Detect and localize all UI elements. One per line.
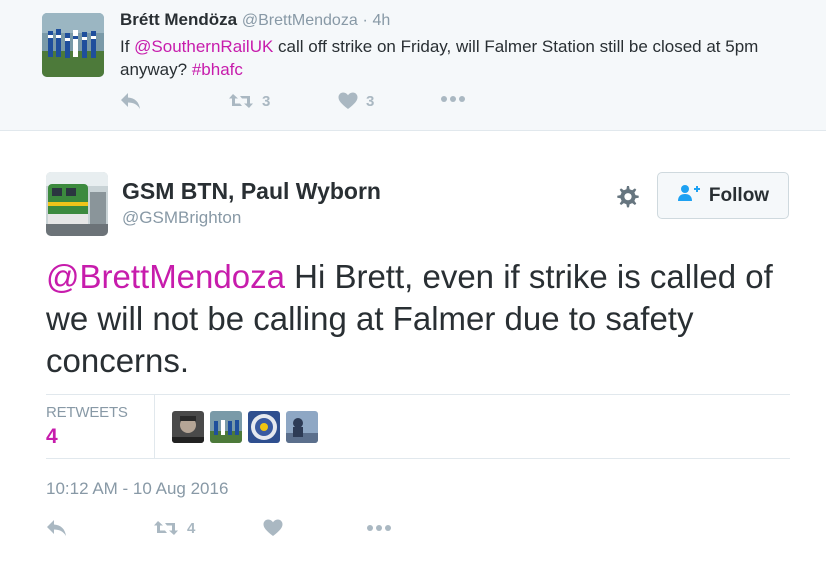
mention-link[interactable]: @BrettMendoza	[46, 258, 285, 295]
retweets-count[interactable]: 4	[46, 425, 58, 449]
main-author-name[interactable]: GSM BTN, Paul Wyborn	[122, 178, 381, 205]
retweets-label[interactable]: RETWEETS	[46, 404, 128, 421]
mention-link[interactable]: @SouthernRailUK	[134, 37, 273, 56]
reply-button[interactable]	[120, 92, 142, 110]
retweet-icon	[228, 92, 254, 110]
parent-tweet-header: Brétt Mendöza @BrettMendoza · 4h	[120, 10, 390, 30]
follow-user-icon	[677, 184, 709, 208]
tweet-stats: RETWEETS 4	[46, 394, 790, 459]
retweet-count: 4	[187, 519, 196, 537]
retweeter-avatar[interactable]	[172, 411, 204, 443]
heart-icon	[338, 92, 358, 110]
divider	[154, 395, 155, 458]
parent-tweet[interactable]: Brétt Mendöza @BrettMendoza · 4h If @Sou…	[0, 0, 826, 131]
retweeter-avatar[interactable]	[286, 411, 318, 443]
gear-icon[interactable]	[613, 183, 641, 211]
reply-icon	[120, 92, 142, 110]
main-author-handle[interactable]: @GSMBrighton	[122, 208, 241, 228]
retweet-button[interactable]: 4	[153, 519, 195, 537]
follow-button[interactable]: Follow	[657, 172, 789, 219]
parent-author-handle[interactable]: @BrettMendoza	[242, 12, 358, 29]
follow-button-label: Follow	[708, 184, 770, 206]
parent-tweet-time[interactable]: 4h	[373, 12, 391, 29]
parent-author-name[interactable]: Brétt Mendöza	[120, 10, 237, 29]
parent-avatar[interactable]	[42, 13, 104, 77]
retweet-icon	[153, 519, 179, 537]
tweet-timestamp[interactable]: 10:12 AM - 10 Aug 2016	[46, 479, 228, 499]
more-button[interactable]	[366, 524, 392, 532]
reply-button[interactable]	[46, 519, 68, 537]
text-segment: If	[120, 37, 135, 56]
retweeter-avatar[interactable]	[248, 411, 280, 443]
retweeter-avatars	[172, 411, 318, 443]
hashtag-link[interactable]: #bhafc	[192, 60, 243, 79]
more-button[interactable]	[440, 95, 466, 103]
main-tweet-text: @BrettMendoza Hi Brett, even if strike i…	[46, 256, 786, 382]
heart-icon	[263, 519, 283, 537]
like-button[interactable]: 3	[338, 92, 374, 110]
retweeter-avatar[interactable]	[210, 411, 242, 443]
reply-icon	[46, 519, 68, 537]
parent-tweet-text: If @SouthernRailUK call off strike on Fr…	[120, 35, 810, 81]
more-icon	[440, 95, 466, 103]
like-button[interactable]	[263, 519, 283, 537]
retweet-button[interactable]: 3	[228, 92, 270, 110]
separator-dot: ·	[362, 12, 368, 29]
more-icon	[366, 524, 392, 532]
like-count: 3	[366, 92, 375, 110]
main-avatar[interactable]	[46, 172, 108, 236]
retweet-count: 3	[262, 92, 271, 110]
